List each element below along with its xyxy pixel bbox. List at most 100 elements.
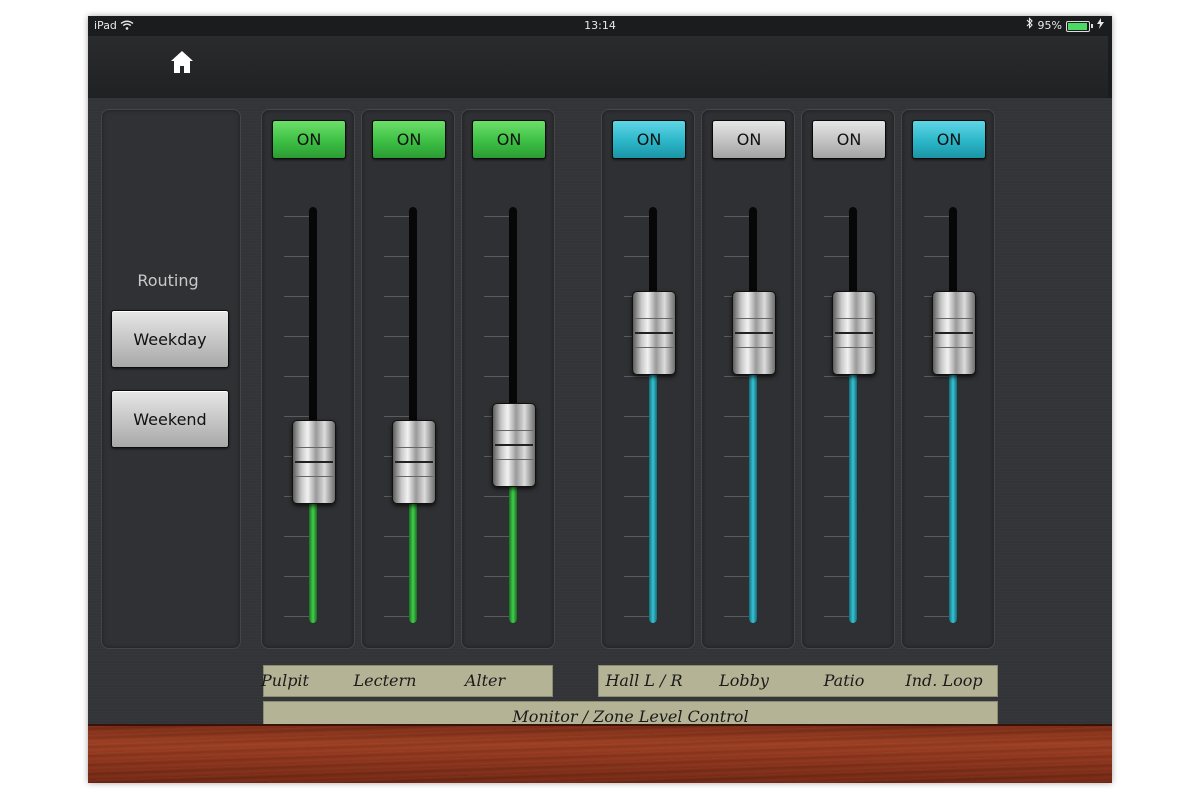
fader-tick <box>924 536 950 537</box>
fader-tick <box>484 296 510 297</box>
clock: 13:14 <box>584 19 616 32</box>
fader-tick <box>384 256 410 257</box>
fader-tick <box>924 456 950 457</box>
knob-grip-line <box>295 447 333 448</box>
wood-trim <box>88 724 1112 783</box>
channel-label-lectern: Lectern <box>353 671 417 690</box>
fader-track[interactable] <box>409 207 417 623</box>
fader-tick <box>824 256 850 257</box>
fader-tick <box>384 536 410 537</box>
fader-tick <box>484 336 510 337</box>
fader-tick <box>384 376 410 377</box>
fader-tick <box>284 536 310 537</box>
status-right: 95% <box>1026 16 1104 36</box>
home-icon <box>171 51 193 73</box>
weekend-button[interactable]: Weekend <box>111 390 229 448</box>
fader-tick <box>924 616 950 617</box>
fader-tick <box>484 576 510 577</box>
knob-grip-line <box>495 430 533 431</box>
knob-grip-line <box>635 318 673 319</box>
knob-grip-line <box>395 476 433 477</box>
fader-tick <box>824 416 850 417</box>
battery-tip <box>1091 24 1093 28</box>
fader-tick <box>724 256 750 257</box>
fader-tick <box>284 296 310 297</box>
fader-knob[interactable] <box>632 291 676 375</box>
fader-knob[interactable] <box>492 403 536 487</box>
fader-tick <box>624 376 650 377</box>
fader-tick <box>824 576 850 577</box>
channel-on-button[interactable]: ON <box>372 120 446 159</box>
fader-tick <box>624 216 650 217</box>
channel-label-ind-loop: Ind. Loop <box>905 671 983 690</box>
fader-tick <box>284 376 310 377</box>
fader-knob[interactable] <box>392 420 436 504</box>
fader-tick <box>484 256 510 257</box>
fader-track[interactable] <box>849 207 857 623</box>
fader-tick <box>924 416 950 417</box>
channel-strip: ON <box>801 109 895 649</box>
channel-on-button[interactable]: ON <box>612 120 686 159</box>
knob-grip-line <box>935 347 973 348</box>
fader-tick <box>824 216 850 217</box>
mixer-panel: Routing Weekday Weekend ON ON ON ON ON ON ON P… <box>88 98 1112 733</box>
fader-tick <box>384 296 410 297</box>
knob-grip-line <box>495 444 533 446</box>
knob-grip-line <box>835 318 873 319</box>
fader-track[interactable] <box>649 207 657 623</box>
fader-tick <box>384 216 410 217</box>
group-label-bar-2: Hall L / R Lobby Patio Ind. Loop <box>598 665 998 697</box>
fader-knob[interactable] <box>932 291 976 375</box>
fader-knob[interactable] <box>832 291 876 375</box>
fader-tick <box>824 376 850 377</box>
fader-tick <box>624 256 650 257</box>
channel-label-pulpit: Pulpit <box>261 671 309 690</box>
knob-grip-line <box>735 347 773 348</box>
fader-knob[interactable] <box>292 420 336 504</box>
fader-track[interactable] <box>949 207 957 623</box>
knob-grip-line <box>735 318 773 319</box>
fader-tick <box>824 496 850 497</box>
fader-tick <box>624 416 650 417</box>
fader-tick <box>724 216 750 217</box>
channel-on-button[interactable]: ON <box>912 120 986 159</box>
fader-tick <box>724 576 750 577</box>
fader-tick <box>284 416 310 417</box>
battery-percent: 95% <box>1037 19 1062 32</box>
knob-grip-line <box>295 476 333 477</box>
channel-strip: ON <box>261 109 355 649</box>
home-button[interactable] <box>168 48 196 76</box>
channel-on-button[interactable]: ON <box>272 120 346 159</box>
knob-grip-line <box>295 461 333 463</box>
fader-tick <box>484 616 510 617</box>
fader-tick <box>384 616 410 617</box>
channel-on-button[interactable]: ON <box>712 120 786 159</box>
channel-strip: ON <box>361 109 455 649</box>
fader-tick <box>284 216 310 217</box>
knob-grip-line <box>635 347 673 348</box>
fader-knob[interactable] <box>732 291 776 375</box>
knob-grip-line <box>935 318 973 319</box>
fader-track[interactable] <box>749 207 757 623</box>
channel-strip: ON <box>901 109 995 649</box>
fader-tick <box>284 576 310 577</box>
weekday-button[interactable]: Weekday <box>111 310 229 368</box>
channel-strip: ON <box>601 109 695 649</box>
knob-grip-line <box>395 461 433 463</box>
channel-label-patio: Patio <box>823 671 865 690</box>
knob-grip-line <box>835 347 873 348</box>
channel-on-button[interactable]: ON <box>472 120 546 159</box>
fader-tick <box>924 256 950 257</box>
fader-tick <box>484 216 510 217</box>
fader-level-fill <box>849 332 857 623</box>
fader-track[interactable] <box>309 207 317 623</box>
fader-tick <box>724 616 750 617</box>
knob-grip-line <box>735 332 773 334</box>
fader-tick <box>384 576 410 577</box>
knob-grip-line <box>935 332 973 334</box>
channel-on-button[interactable]: ON <box>812 120 886 159</box>
channel-label-hall: Hall L / R <box>605 671 683 690</box>
fader-tick <box>484 536 510 537</box>
knob-grip-line <box>495 459 533 460</box>
fader-tick <box>624 496 650 497</box>
